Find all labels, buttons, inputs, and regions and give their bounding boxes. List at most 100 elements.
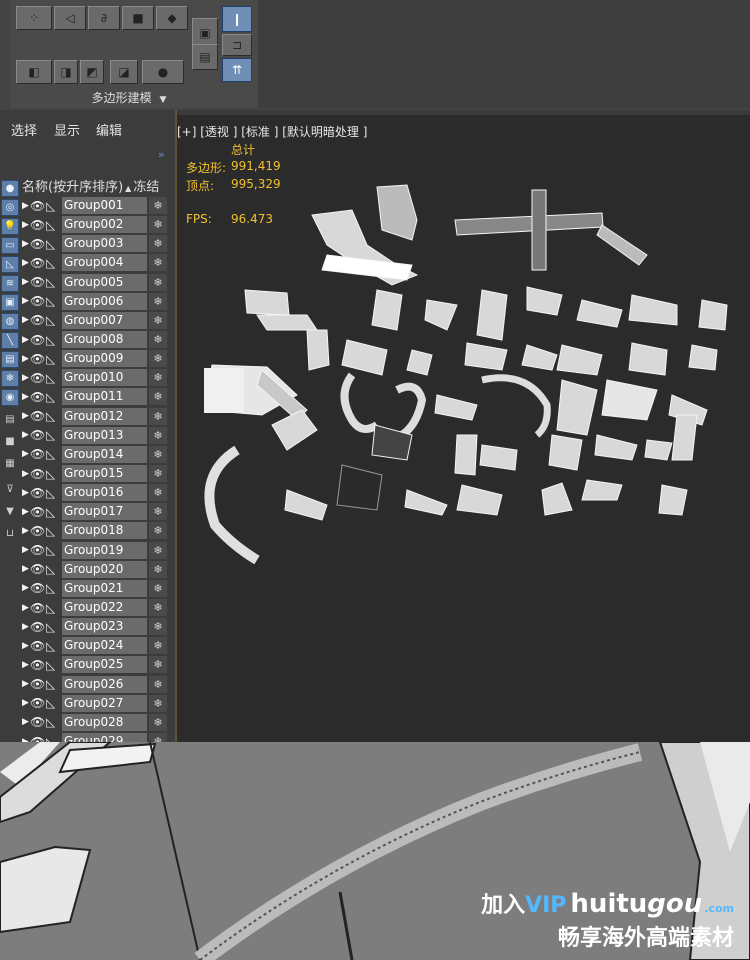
list-item[interactable]: ▶ 👁 ◺ Group012 ❄: [22, 407, 172, 426]
collapse-button[interactable]: ●: [142, 60, 184, 84]
eye-icon[interactable]: 👁: [30, 275, 46, 289]
list-item[interactable]: ▶ 👁 ◺ Group007 ❄: [22, 311, 172, 330]
list-item[interactable]: ▶ 👁 ◺ Group001 ❄: [22, 196, 172, 215]
expand-triangle-icon[interactable]: ▶: [22, 564, 30, 574]
freeze-icon[interactable]: ❄: [149, 694, 167, 712]
groups-filter-icon[interactable]: ▣: [1, 294, 19, 311]
helpers-filter-icon[interactable]: ◺: [1, 256, 19, 273]
eye-icon[interactable]: 👁: [30, 409, 46, 423]
expand-triangle-icon[interactable]: ▶: [22, 449, 30, 459]
use-soft-selection-button[interactable]: ⇈: [222, 58, 252, 82]
expand-chevron-icon[interactable]: »: [158, 148, 165, 161]
eye-icon[interactable]: 👁: [30, 467, 46, 481]
group-name[interactable]: Group028: [62, 713, 147, 731]
column-freeze-header[interactable]: 冻结: [133, 180, 159, 195]
freeze-icon[interactable]: ❄: [149, 503, 167, 521]
list-item[interactable]: ▶ 👁 ◺ Group003 ❄: [22, 234, 172, 253]
freeze-icon[interactable]: ❄: [149, 407, 167, 425]
xrefs-filter-icon[interactable]: ◍: [1, 313, 19, 330]
group-name[interactable]: Group002: [62, 216, 147, 234]
list-item[interactable]: ▶ 👁 ◺ Group013 ❄: [22, 426, 172, 445]
bones-filter-icon[interactable]: ╲: [1, 332, 19, 349]
group-name[interactable]: Group021: [62, 579, 147, 597]
polygon-mode-button[interactable]: ■: [122, 6, 154, 30]
expand-triangle-icon[interactable]: ▶: [22, 373, 30, 383]
eye-icon[interactable]: 👁: [30, 562, 46, 576]
expand-triangle-icon[interactable]: ▶: [22, 315, 30, 325]
list-item[interactable]: ▶ 👁 ◺ Group017 ❄: [22, 502, 172, 521]
group-name[interactable]: Group011: [62, 388, 147, 406]
expand-triangle-icon[interactable]: ▶: [22, 354, 30, 364]
expand-triangle-icon[interactable]: ▶: [22, 239, 30, 249]
freeze-icon[interactable]: ❄: [149, 235, 167, 253]
freeze-icon[interactable]: ❄: [149, 541, 167, 559]
eye-icon[interactable]: 👁: [30, 428, 46, 442]
eye-icon[interactable]: 👁: [30, 696, 46, 710]
funnel-icon[interactable]: ▼: [1, 504, 19, 521]
freeze-icon[interactable]: ❄: [149, 560, 167, 578]
invert-display-icon[interactable]: ▦: [1, 456, 19, 473]
edge-mode-button[interactable]: ◁: [54, 6, 86, 30]
eye-icon[interactable]: 👁: [30, 447, 46, 461]
list-item[interactable]: ▶ 👁 ◺ Group019 ❄: [22, 541, 172, 560]
eye-icon[interactable]: 👁: [30, 371, 46, 385]
freeze-icon[interactable]: ❄: [149, 426, 167, 444]
eye-icon[interactable]: 👁: [30, 677, 46, 691]
group-name[interactable]: Group007: [62, 311, 147, 329]
expand-triangle-icon[interactable]: ▶: [22, 603, 30, 613]
group-name[interactable]: Group013: [62, 426, 147, 444]
eye-icon[interactable]: 👁: [30, 524, 46, 538]
group-name[interactable]: Group012: [62, 407, 147, 425]
freeze-icon[interactable]: ❄: [149, 388, 167, 406]
list-item[interactable]: ▶ 👁 ◺ Group023 ❄: [22, 617, 172, 636]
eye-icon[interactable]: 👁: [30, 505, 46, 519]
grow-button[interactable]: ◩: [80, 60, 104, 84]
ring-button[interactable]: ◧: [16, 60, 52, 84]
group-name[interactable]: Group001: [62, 197, 147, 215]
list-item[interactable]: ▶ 👁 ◺ Group011 ❄: [22, 387, 172, 406]
freeze-icon[interactable]: ❄: [149, 675, 167, 693]
eye-icon[interactable]: 👁: [30, 658, 46, 672]
expand-triangle-icon[interactable]: ▶: [22, 430, 30, 440]
expand-triangle-icon[interactable]: ▶: [22, 392, 30, 402]
chevron-down-icon[interactable]: ▼: [159, 95, 166, 105]
eye-icon[interactable]: 👁: [30, 199, 46, 213]
eye-icon[interactable]: 👁: [30, 715, 46, 729]
expand-triangle-icon[interactable]: ▶: [22, 526, 30, 536]
menu-select[interactable]: 选择: [11, 120, 37, 139]
eye-icon[interactable]: 👁: [30, 294, 46, 308]
eye-icon[interactable]: 👁: [30, 256, 46, 270]
eye-icon[interactable]: 👁: [30, 390, 46, 404]
hidden-filter-icon[interactable]: ◉: [1, 389, 19, 406]
group-name[interactable]: Group022: [62, 599, 147, 617]
group-name[interactable]: Group009: [62, 350, 147, 368]
group-name[interactable]: Group025: [62, 656, 147, 674]
list-item[interactable]: ▶ 👁 ◺ Group016 ❄: [22, 483, 172, 502]
expand-triangle-icon[interactable]: ▶: [22, 277, 30, 287]
filter-icon[interactable]: ⊽: [1, 482, 19, 499]
group-name[interactable]: Group024: [62, 637, 147, 655]
expand-triangle-icon[interactable]: ▶: [22, 545, 30, 555]
containers-filter-icon[interactable]: ▤: [1, 351, 19, 368]
group-name[interactable]: Group026: [62, 675, 147, 693]
border-mode-button[interactable]: ∂: [88, 6, 120, 30]
freeze-icon[interactable]: ❄: [149, 311, 167, 329]
freeze-icon[interactable]: ❄: [149, 273, 167, 291]
list-item[interactable]: ▶ 👁 ◺ Group024 ❄: [22, 636, 172, 655]
list-item[interactable]: ▶ 👁 ◺ Group006 ❄: [22, 292, 172, 311]
list-item[interactable]: ▶ 👁 ◺ Group004 ❄: [22, 253, 172, 272]
list-item[interactable]: ▶ 👁 ◺ Group015 ❄: [22, 464, 172, 483]
frozen-filter-icon[interactable]: ❄: [1, 370, 19, 387]
expand-triangle-icon[interactable]: ▶: [22, 335, 30, 345]
eye-icon[interactable]: 👁: [30, 313, 46, 327]
group-name[interactable]: Group008: [62, 331, 147, 349]
group-name[interactable]: Group018: [62, 522, 147, 540]
expand-triangle-icon[interactable]: ▶: [22, 583, 30, 593]
group-name[interactable]: Group010: [62, 369, 147, 387]
eye-icon[interactable]: 👁: [30, 352, 46, 366]
freeze-icon[interactable]: ❄: [149, 599, 167, 617]
shapes-filter-icon[interactable]: ◎: [1, 199, 19, 216]
perspective-viewport[interactable]: [+] [透视 ] [标准 ] [默认明暗处理 ] 总计 多边形: 991,41…: [177, 115, 750, 742]
expand-triangle-icon[interactable]: ▶: [22, 660, 30, 670]
expand-triangle-icon[interactable]: ▶: [22, 679, 30, 689]
